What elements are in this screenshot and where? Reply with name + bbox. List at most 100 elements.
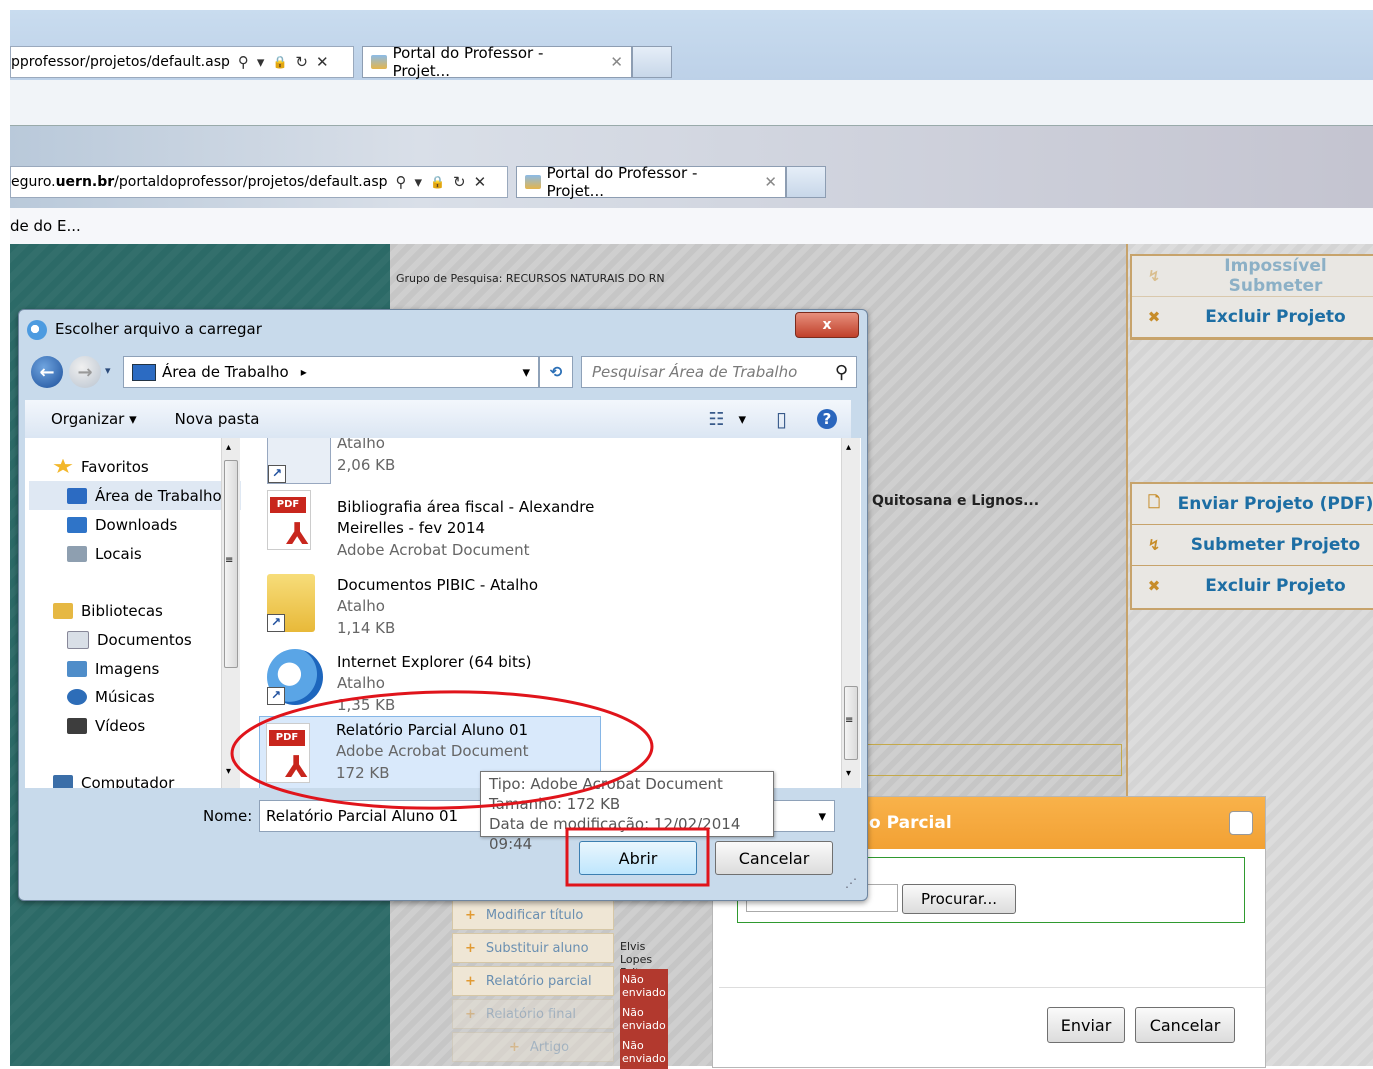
article-button[interactable]: + Artigo xyxy=(452,1032,614,1062)
page-field-outline xyxy=(866,744,1122,776)
background-address-bar[interactable]: pprofessor/projetos/default.asp ⚲ ▾ 🔒 ↻ … xyxy=(10,46,354,78)
background-tab-title: Portal do Professor - Projet... xyxy=(392,44,544,80)
file-item[interactable]: ↗ Atalho 2,06 KB xyxy=(261,438,621,488)
new-tab-button[interactable] xyxy=(786,166,826,198)
search-placeholder: Pesquisar Área de Trabalho xyxy=(592,363,798,381)
organize-menu[interactable]: Organizar ▾ xyxy=(51,410,137,428)
plus-icon: + xyxy=(465,907,476,923)
chevron-down-icon[interactable]: ▾ xyxy=(738,410,746,428)
images-icon xyxy=(67,660,87,677)
music-icon xyxy=(67,688,87,705)
refresh-icon[interactable]: ↻ xyxy=(453,173,466,191)
file-item[interactable]: PDF ⅄ Bibliografia área fiscal - Alexand… xyxy=(261,490,621,560)
file-name-continued: Meirelles - fev 2014 xyxy=(337,519,486,537)
address-bar[interactable]: eguro. uern.br/portaldoprofessor/projetos… xyxy=(10,166,508,198)
file-item[interactable]: ↗ Internet Explorer (64 bits) Atalho 1,3… xyxy=(261,645,621,715)
change-view-icon[interactable]: ☷ xyxy=(708,409,724,430)
file-scrollbar[interactable]: ▴ ≡ ▾ xyxy=(841,438,860,788)
nav-scroll-thumb[interactable]: ≡ xyxy=(224,460,238,668)
nav-libraries[interactable]: Bibliotecas xyxy=(53,596,163,625)
internet-explorer-icon: ↗ xyxy=(267,649,323,705)
back-arrow-icon[interactable]: ← xyxy=(31,356,63,388)
acrobat-symbol: ⅄ xyxy=(285,750,308,785)
close-dialog-button[interactable]: x xyxy=(795,312,859,338)
close-icon[interactable]: ✕ xyxy=(764,173,777,191)
chevron-down-icon[interactable]: ▾ xyxy=(257,53,265,71)
project-title[interactable]: Quitosana e Lignos... xyxy=(872,493,1039,509)
cannot-submit-label: Impossível Submeter xyxy=(1224,256,1327,296)
folder-shortcut-icon: ↗ xyxy=(267,574,315,632)
send-button[interactable]: Enviar xyxy=(1047,1007,1125,1043)
chevron-down-icon: ▾ xyxy=(129,410,137,428)
new-tab-button[interactable] xyxy=(632,46,672,78)
resize-grip-icon[interactable]: ⋰ xyxy=(845,876,857,890)
chevron-down-icon[interactable]: ▾ xyxy=(818,807,826,825)
nav-computer[interactable]: Computador xyxy=(53,768,174,788)
new-folder-button[interactable]: Nova pasta xyxy=(175,410,260,428)
replace-student-button[interactable]: + Substituir aluno xyxy=(452,933,614,963)
close-modal-icon[interactable] xyxy=(1229,811,1253,835)
refresh-icon[interactable]: ↻ xyxy=(295,53,308,71)
file-name: Documentos PIBIC - Atalho xyxy=(337,576,538,594)
status-badge: Não enviado xyxy=(620,1035,668,1069)
modify-title-button[interactable]: + Modificar título xyxy=(452,900,614,930)
stop-icon[interactable]: ✕ xyxy=(316,53,329,71)
location-breadcrumb[interactable]: Área de Trabalho ▸ ▾ xyxy=(123,356,539,388)
forward-arrow-icon[interactable]: → xyxy=(69,356,101,388)
delete-project-button[interactable]: ✖ Excluir Projeto xyxy=(1132,566,1373,606)
delete-project-button[interactable]: ✖ Excluir Projeto xyxy=(1132,297,1373,338)
active-tab[interactable]: Portal do Professor - Projet... ✕ xyxy=(516,164,786,200)
file-type: Adobe Acrobat Document xyxy=(336,742,529,760)
partial-report-button[interactable]: + Relatório parcial xyxy=(452,966,614,996)
help-icon[interactable]: ? xyxy=(817,409,837,429)
nav-downloads[interactable]: Downloads xyxy=(67,510,177,539)
search-icon[interactable]: ⚲ xyxy=(396,173,407,191)
lock-icon: 🔒 xyxy=(430,175,445,189)
search-field[interactable]: Pesquisar Área de Trabalho ⚲ xyxy=(581,356,857,388)
chevron-down-icon[interactable]: ▾ xyxy=(522,363,530,381)
refresh-icon[interactable]: ⟲ xyxy=(539,356,573,388)
documents-icon xyxy=(67,630,89,649)
nav-desktop[interactable]: Área de Trabalho xyxy=(29,481,241,510)
scroll-up-icon[interactable]: ▴ xyxy=(846,442,851,453)
send-project-pdf-button[interactable]: 🗋 Enviar Projeto (PDF) xyxy=(1132,484,1373,525)
favorites-bar-item[interactable]: de do E... xyxy=(10,217,81,235)
browse-button[interactable]: Procurar... xyxy=(902,884,1016,914)
stop-icon[interactable]: ✕ xyxy=(474,173,487,191)
search-icon[interactable]: ⚲ xyxy=(835,362,848,383)
file-list-pane: ↗ Atalho 2,06 KB PDF ⅄ Bibliografia área… xyxy=(241,438,861,788)
address-path: /portaldoprofessor/projetos/default.asp xyxy=(114,174,388,190)
close-icon[interactable]: ✕ xyxy=(610,53,623,71)
nav-scrollbar[interactable]: ▴ ≡ ▾ xyxy=(221,438,240,788)
scroll-down-icon[interactable]: ▾ xyxy=(846,768,851,779)
scroll-down-icon[interactable]: ▾ xyxy=(226,766,231,777)
nav-computer-label: Computador xyxy=(81,773,175,789)
nav-favorites[interactable]: Favoritos xyxy=(53,452,149,481)
chevron-down-icon[interactable]: ▾ xyxy=(415,173,423,191)
nav-music[interactable]: Músicas xyxy=(67,682,155,711)
search-icon[interactable]: ⚲ xyxy=(238,53,249,71)
research-group-label: Grupo de Pesquisa: RECURSOS NATURAIS DO … xyxy=(396,272,665,285)
address-prefix: eguro. xyxy=(11,174,56,190)
nav-images[interactable]: Imagens xyxy=(67,654,159,683)
videos-icon xyxy=(67,717,87,734)
send-project-pdf-label: Enviar Projeto (PDF) xyxy=(1177,494,1373,514)
chevron-right-icon[interactable]: ▸ xyxy=(301,365,307,379)
file-item[interactable]: ↗ Documentos PIBIC - Atalho Atalho 1,14 … xyxy=(261,568,621,638)
acrobat-symbol: ⅄ xyxy=(286,517,309,552)
recent-locations-icon[interactable]: ▾ xyxy=(105,364,111,377)
nav-documents[interactable]: Documentos xyxy=(67,625,192,654)
nav-libraries-label: Bibliotecas xyxy=(81,601,163,620)
tooltip-size: Tamanho: 172 KB xyxy=(489,795,621,813)
background-tab[interactable]: Portal do Professor - Projet... ✕ xyxy=(362,44,632,80)
cancel-button[interactable]: Cancelar xyxy=(1135,1007,1235,1043)
nav-videos[interactable]: Vídeos xyxy=(67,711,145,740)
submit-project-button[interactable]: ↯ Submeter Projeto xyxy=(1132,525,1373,566)
final-report-button[interactable]: + Relatório final xyxy=(452,999,614,1029)
scroll-up-icon[interactable]: ▴ xyxy=(226,442,231,453)
nav-videos-label: Vídeos xyxy=(95,716,146,735)
nav-places[interactable]: Locais xyxy=(67,539,142,568)
final-report-label: Relatório final xyxy=(485,1006,577,1022)
file-scroll-thumb[interactable]: ≡ xyxy=(844,686,858,760)
preview-pane-icon[interactable]: ▯ xyxy=(776,407,787,431)
